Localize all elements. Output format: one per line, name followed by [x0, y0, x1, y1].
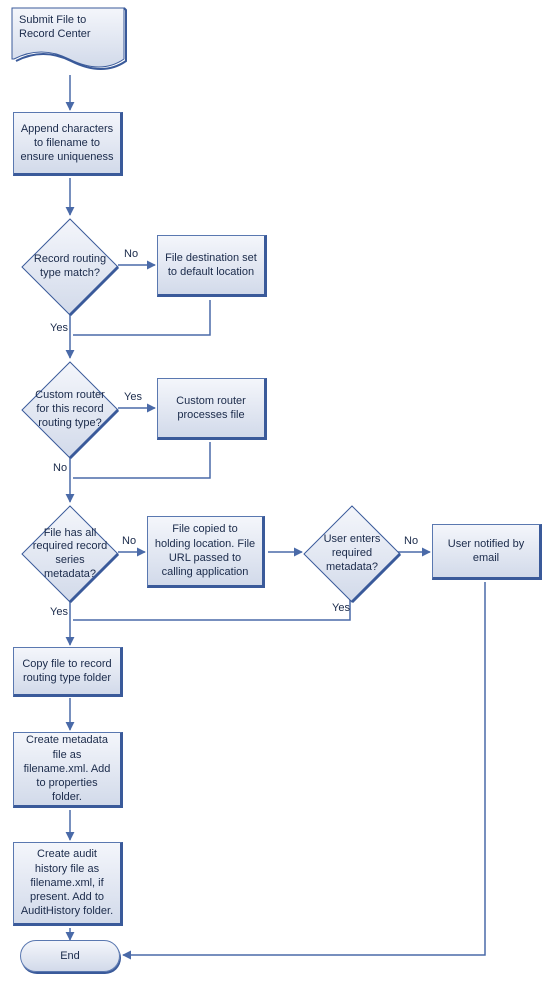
default-location-label: File destination set to default location [164, 251, 258, 280]
copy-folder-process: Copy file to record routing type folder [13, 647, 123, 697]
create-metadata-label: Create metadata file as filename.xml. Ad… [20, 733, 114, 804]
user-notified-label: User notified by email [439, 537, 533, 566]
edge-label-no: No [124, 248, 138, 260]
append-process: Append characters to filename to ensure … [13, 112, 123, 176]
user-enters-decision: User enters required metadata? [302, 504, 402, 604]
copied-holding-process: File copied to holding location. File UR… [147, 516, 265, 588]
start-label: Submit File to Record Center [19, 13, 119, 42]
router-processes-process: Custom router processes file [157, 378, 267, 440]
edge-label-yes3: Yes [50, 606, 68, 618]
router-processes-label: Custom router processes file [164, 394, 258, 423]
edge-label-no2: No [53, 462, 67, 474]
custom-router-decision: Custom router for this record routing ty… [20, 360, 120, 460]
copied-holding-label: File copied to holding location. File UR… [154, 522, 256, 579]
create-audit-process: Create audit history file as filename.xm… [13, 842, 123, 926]
append-label: Append characters to filename to ensure … [20, 122, 114, 165]
edge-label-no4: No [404, 535, 418, 547]
create-audit-label: Create audit history file as filename.xm… [20, 847, 114, 918]
has-metadata-label: File has all required record series meta… [30, 527, 110, 582]
user-enters-label: User enters required metadata? [312, 533, 392, 574]
custom-router-label: Custom router for this record routing ty… [30, 389, 110, 430]
default-location-process: File destination set to default location [157, 235, 267, 297]
edge-label-yes: Yes [50, 322, 68, 334]
edge-label-yes2: Yes [124, 391, 142, 403]
copy-folder-label: Copy file to record routing type folder [20, 657, 114, 686]
edge-label-yes4: Yes [332, 602, 350, 614]
flowchart-canvas: Submit File to Record Center Append char… [0, 0, 549, 992]
end-label: End [60, 950, 80, 962]
end-terminator: End [20, 940, 120, 972]
has-metadata-decision: File has all required record series meta… [20, 504, 120, 604]
route-match-label: Record routing type match? [30, 253, 110, 281]
route-match-decision: Record routing type match? [20, 217, 120, 317]
create-metadata-process: Create metadata file as filename.xml. Ad… [13, 732, 123, 808]
start-node: Submit File to Record Center [11, 7, 127, 77]
user-notified-process: User notified by email [432, 524, 542, 580]
edge-label-no3: No [122, 535, 136, 547]
